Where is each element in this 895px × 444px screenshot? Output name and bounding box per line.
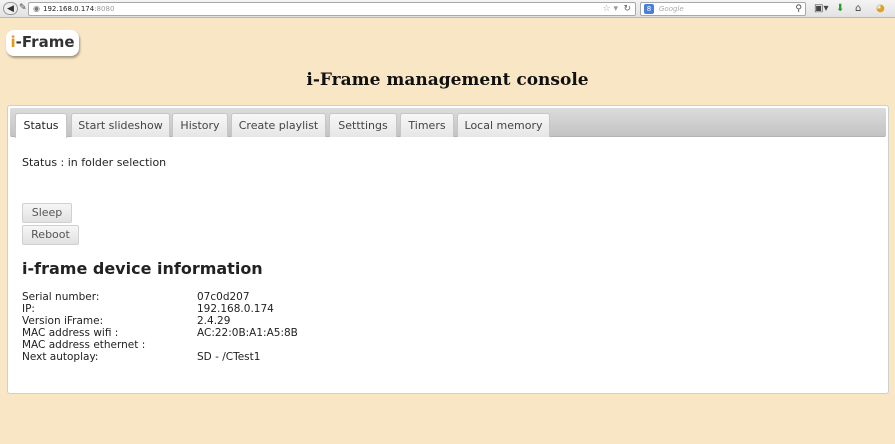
info-key: Next autoplay:: [22, 351, 99, 363]
device-info-title: i-frame device information: [22, 259, 263, 278]
globe-icon: ◉: [33, 4, 40, 13]
status-text: Status : in folder selection: [22, 156, 167, 169]
sleep-button[interactable]: Sleep: [22, 203, 72, 223]
tab-start-slideshow[interactable]: Start slideshow: [71, 113, 170, 137]
tab-history[interactable]: History: [172, 113, 228, 137]
info-key: IP:: [22, 303, 35, 315]
url-text: 192.168.0.174:8080: [43, 3, 114, 15]
url-port: :8080: [94, 5, 115, 13]
info-value: SD - /CTest1: [197, 351, 261, 363]
tab-timers[interactable]: Timers: [400, 113, 454, 137]
addon-icon[interactable]: ◕: [876, 2, 885, 15]
search-bar[interactable]: 8 Google ⚲: [640, 2, 806, 16]
tab-settings[interactable]: Setttings: [329, 113, 397, 137]
info-key: Serial number:: [22, 291, 100, 303]
info-value: 192.168.0.174: [197, 303, 274, 315]
info-key: Version iFrame:: [22, 315, 104, 327]
url-host: 192.168.0.174: [43, 5, 95, 13]
download-icon[interactable]: ⬇: [836, 2, 844, 15]
tab-status[interactable]: Status: [15, 113, 67, 138]
back-arrow-icon[interactable]: ◀: [3, 2, 18, 15]
magnifier-icon[interactable]: ⚲: [795, 3, 802, 15]
url-bar[interactable]: ◉ 192.168.0.174:8080 ☆ ▾ ↻: [28, 2, 636, 16]
browser-toolbar: ◀ ✎ ◉ 192.168.0.174:8080 ☆ ▾ ↻ 8 Google …: [0, 0, 895, 18]
reboot-button[interactable]: Reboot: [22, 225, 79, 245]
page-title: i-Frame management console: [306, 70, 589, 90]
home-icon[interactable]: ⌂: [855, 2, 861, 15]
tab-local-memory[interactable]: Local memory: [457, 113, 550, 137]
search-engine-icon[interactable]: 8: [644, 4, 654, 14]
info-key: MAC address ethernet :: [22, 339, 146, 351]
bookmark-star-icon[interactable]: ☆ ▾: [603, 3, 618, 15]
tab-create-playlist[interactable]: Create playlist: [231, 113, 326, 137]
reload-icon[interactable]: ↻: [623, 3, 631, 15]
logo-rest: -Frame: [15, 33, 75, 51]
page-info-icon[interactable]: ✎: [19, 2, 27, 15]
info-key: MAC address wifi :: [22, 327, 119, 339]
tab-panel: Status Start slideshow History Create pl…: [7, 105, 889, 394]
search-placeholder: Google: [659, 5, 684, 13]
info-value: 07c0d207: [197, 291, 250, 303]
info-value: AC:22:0B:A1:A5:8B: [197, 327, 298, 339]
iframe-logo: i-Frame: [6, 30, 79, 56]
info-value: 2.4.29: [197, 315, 231, 327]
tab-bar: Status Start slideshow History Create pl…: [10, 108, 886, 138]
bookmarks-menu-icon[interactable]: ▣▾: [814, 2, 828, 15]
